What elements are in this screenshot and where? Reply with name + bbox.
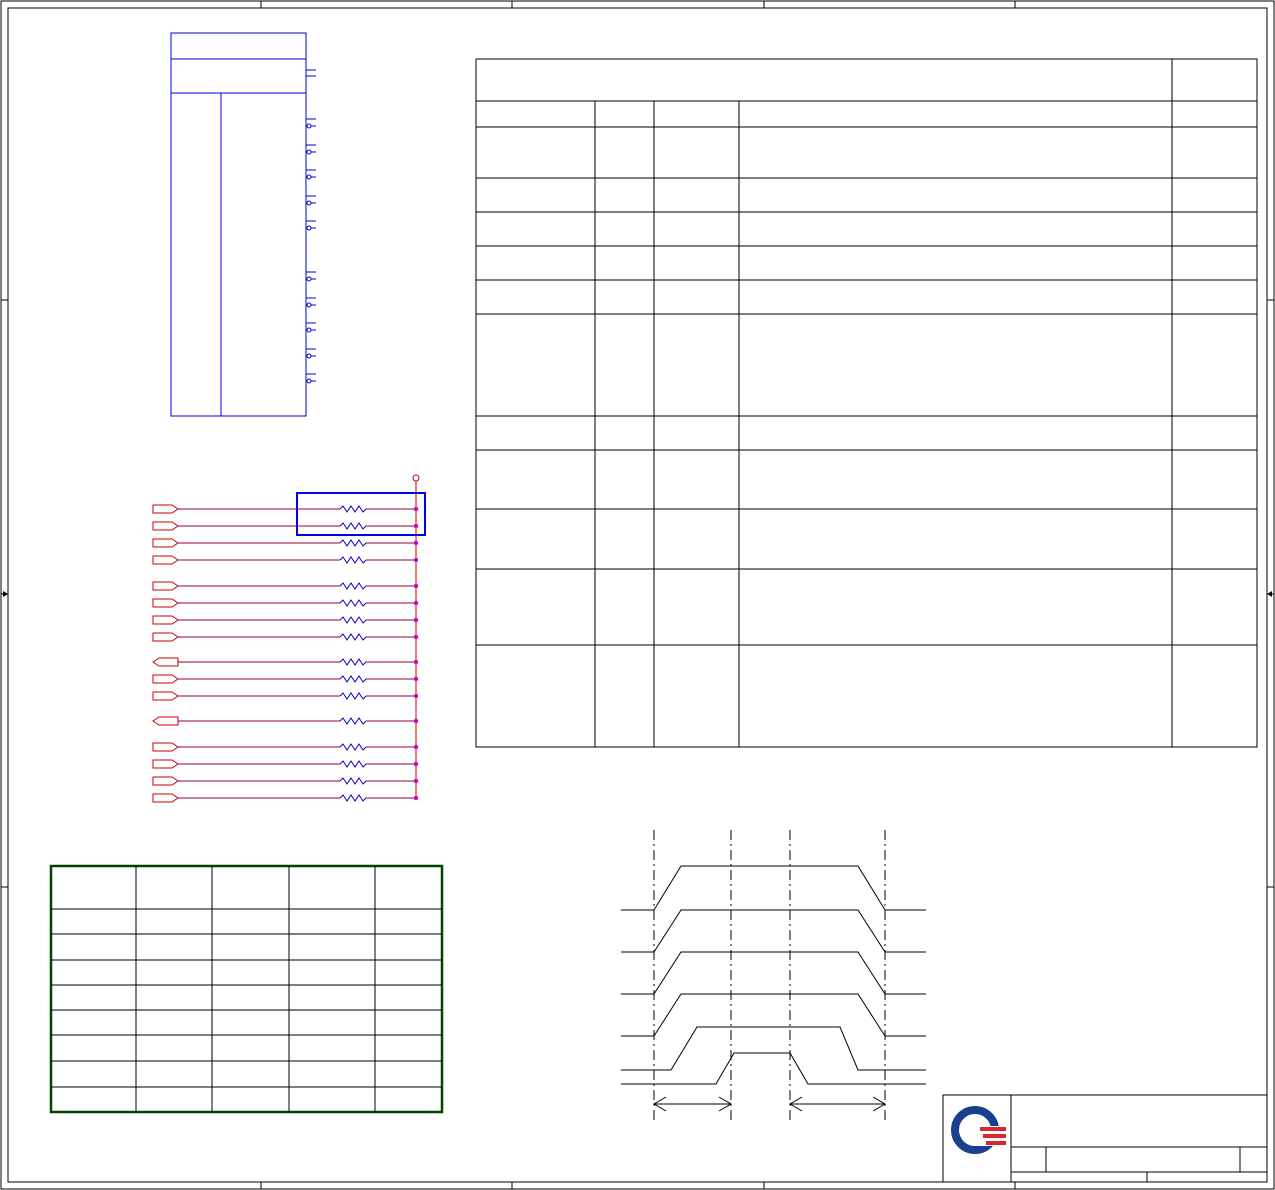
resistor-icon <box>339 675 367 683</box>
junction-dot <box>413 659 419 665</box>
junction-dot <box>413 676 419 682</box>
ic-pin-bubble <box>306 123 312 129</box>
ic-pin-bubble <box>306 149 312 155</box>
input-port-icon <box>152 776 179 786</box>
resistor-icon <box>339 692 367 700</box>
resistor-icon <box>339 522 367 530</box>
center-arrow-left-icon <box>1 591 8 597</box>
junction-dot <box>413 744 419 750</box>
junction-dot <box>413 761 419 767</box>
ic-block <box>170 32 307 417</box>
ic-block-pins <box>306 69 316 384</box>
ic-pin-bubble <box>306 200 312 206</box>
resistor-icon <box>339 743 367 751</box>
input-port-icon <box>152 759 179 769</box>
resistor-icon <box>339 658 367 666</box>
resistor-icon <box>339 582 367 590</box>
input-port-icon <box>152 674 179 684</box>
input-port-icon <box>152 521 179 531</box>
junction-dot <box>413 795 419 801</box>
signal-table-border <box>475 58 1258 748</box>
junction-dot <box>413 600 419 606</box>
ic-pin-bubble <box>306 378 312 384</box>
ic-pin-bubble <box>306 302 312 308</box>
waveform <box>621 993 926 1037</box>
input-port-icon <box>152 504 179 514</box>
resistor-icon <box>339 539 367 547</box>
waveform <box>621 951 926 995</box>
resistor-icon <box>339 505 367 513</box>
junction-dot <box>413 540 419 546</box>
resistor-icon <box>339 717 367 725</box>
center-arrow-right-icon <box>1267 591 1274 597</box>
input-port-icon <box>152 581 179 591</box>
signal-table <box>475 58 1258 748</box>
input-port-icon <box>152 632 179 642</box>
ic-pin-bubble <box>306 276 312 282</box>
junction-dot <box>413 778 419 784</box>
resistor-icon <box>339 633 367 641</box>
input-port-icon <box>152 555 179 565</box>
input-port-icon <box>152 742 179 752</box>
input-port-icon <box>152 615 179 625</box>
input-port-icon <box>152 538 179 548</box>
waveform <box>621 1026 926 1071</box>
input-port-icon <box>152 598 179 608</box>
input-port-icon <box>152 793 179 803</box>
junction-dot <box>413 557 419 563</box>
resistor-icon <box>339 777 367 785</box>
highlight-box <box>296 492 426 536</box>
timing-diagram <box>621 830 926 1120</box>
sheet-frame <box>0 0 1275 1190</box>
resistor-icon <box>339 794 367 802</box>
ic-pin-bubble <box>306 225 312 231</box>
resistor-icon <box>339 599 367 607</box>
resistor-icon <box>339 760 367 768</box>
summary-table <box>49 864 444 1114</box>
schematic-sheet <box>0 0 1275 1190</box>
junction-dot <box>413 506 419 512</box>
junction-dot <box>413 583 419 589</box>
vcc-terminal <box>412 474 420 482</box>
junction-dot <box>413 634 419 640</box>
summary-table-border <box>49 864 444 1114</box>
ic-pin-bubble <box>306 353 312 359</box>
resistor-icon <box>339 616 367 624</box>
ic-pin-bubble <box>306 174 312 180</box>
company-logo-icon <box>951 1106 1008 1154</box>
ic-pin-bubble <box>306 327 312 333</box>
output-port-icon <box>152 716 179 726</box>
junction-dot <box>413 693 419 699</box>
waveform <box>621 1052 926 1085</box>
resistor-network <box>152 474 420 803</box>
junction-dot <box>413 617 419 623</box>
junction-dot <box>413 718 419 724</box>
junction-dot <box>413 523 419 529</box>
input-port-icon <box>152 691 179 701</box>
resistor-icon <box>339 556 367 564</box>
output-port-icon <box>152 657 179 667</box>
waveform <box>621 909 926 953</box>
